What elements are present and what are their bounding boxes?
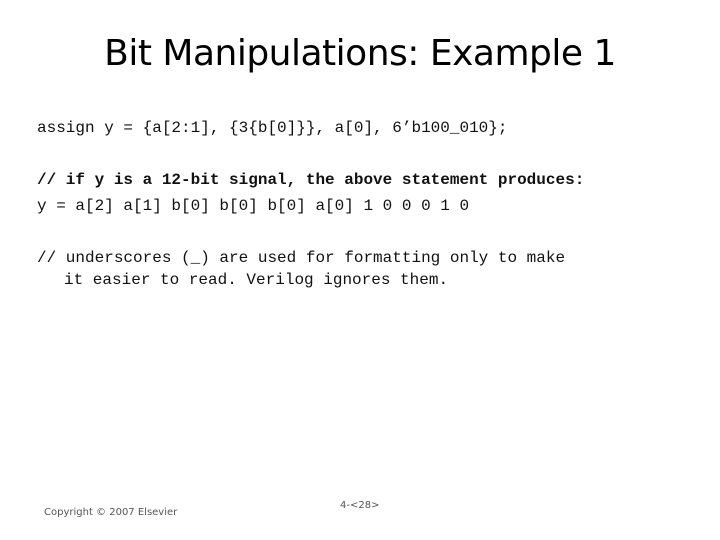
code-result-expansion: y = a[2] a[1] b[0] b[0] b[0] a[0] 1 0 0 …	[37, 197, 470, 215]
code-assign-statement: assign y = {a[2:1], {3{b[0]}}, a[0], 6’b…	[37, 119, 508, 137]
code-comment-result: // if y is a 12-bit signal, the above st…	[37, 171, 585, 189]
footer-copyright: Copyright © 2007 Elsevier	[44, 507, 178, 518]
code-comment-underscores: // underscores (_) are used for formatti…	[37, 249, 566, 267]
code-comment-underscores-cont: it easier to read. Verilog ignores them.	[64, 271, 449, 289]
slide-title: Bit Manipulations: Example 1	[104, 33, 616, 74]
slide: Bit Manipulations: Example 1 assign y = …	[0, 0, 720, 540]
footer-page-number: 4-<28>	[340, 500, 380, 511]
